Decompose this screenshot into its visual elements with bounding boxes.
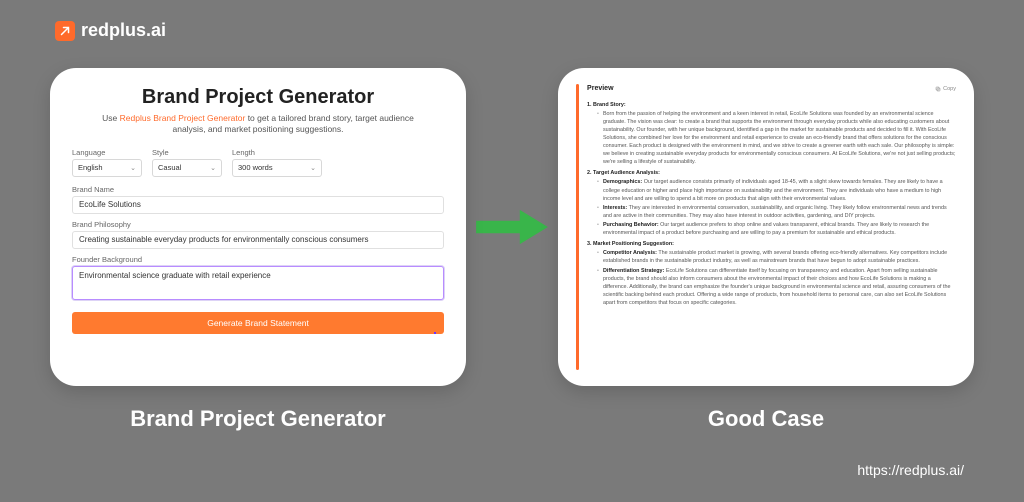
chevron-down-icon: ⌄ [310,164,316,172]
caption-left: Brand Project Generator [108,406,408,432]
preview-section-1: 1. Brand Story: Born from the passion of… [587,101,956,167]
footer-url: https://redplus.ai/ [857,462,964,478]
length-label: Length [232,148,322,157]
brand-name-label: Brand Name [72,185,444,194]
brand-logo: redplus.ai [55,20,166,41]
generator-form-card: Brand Project Generator Use Redplus Bran… [50,68,466,386]
style-select[interactable]: Casual⌄ [152,159,222,177]
style-label: Style [152,148,222,157]
page-title: Brand Project Generator [72,86,444,109]
preview-card: Preview Copy 1. Brand Story: Born from t… [558,68,974,386]
preview-section-3: 3. Market Positioning Suggestion: Compet… [587,240,956,307]
page-subtitle: Use Redplus Brand Project Generator to g… [93,113,423,136]
language-select[interactable]: English⌄ [72,159,142,177]
select-row: Language English⌄ Style Casual⌄ Length 3… [72,148,444,177]
founder-background-label: Founder Background [72,255,444,264]
copy-icon [935,86,941,92]
language-label: Language [72,148,142,157]
brand-philosophy-input[interactable]: Creating sustainable everyday products f… [72,231,444,249]
brand-name-input[interactable]: EcoLife Solutions [72,196,444,214]
copy-button[interactable]: Copy [935,85,956,93]
chevron-down-icon: ⌄ [130,164,136,172]
preview-title: Preview [587,84,613,95]
arrow-right-icon [472,200,552,254]
chevron-down-icon: ⌄ [210,164,216,172]
brand-philosophy-label: Brand Philosophy [72,220,444,229]
length-select[interactable]: 300 words⌄ [232,159,322,177]
brand-name: redplus.ai [81,20,166,41]
caption-right: Good Case [626,406,906,432]
founder-background-textarea[interactable]: Environmental science graduate with reta… [72,266,444,300]
preview-section-2: 2. Target Audience Analysis: Demographic… [587,169,956,237]
preview-accent-bar [576,84,579,370]
brand-story-body: Born from the passion of helping the env… [597,110,956,167]
generate-button[interactable]: Generate Brand Statement [72,312,444,334]
arrow-up-right-icon [55,21,75,41]
cursor-dot [434,332,436,334]
